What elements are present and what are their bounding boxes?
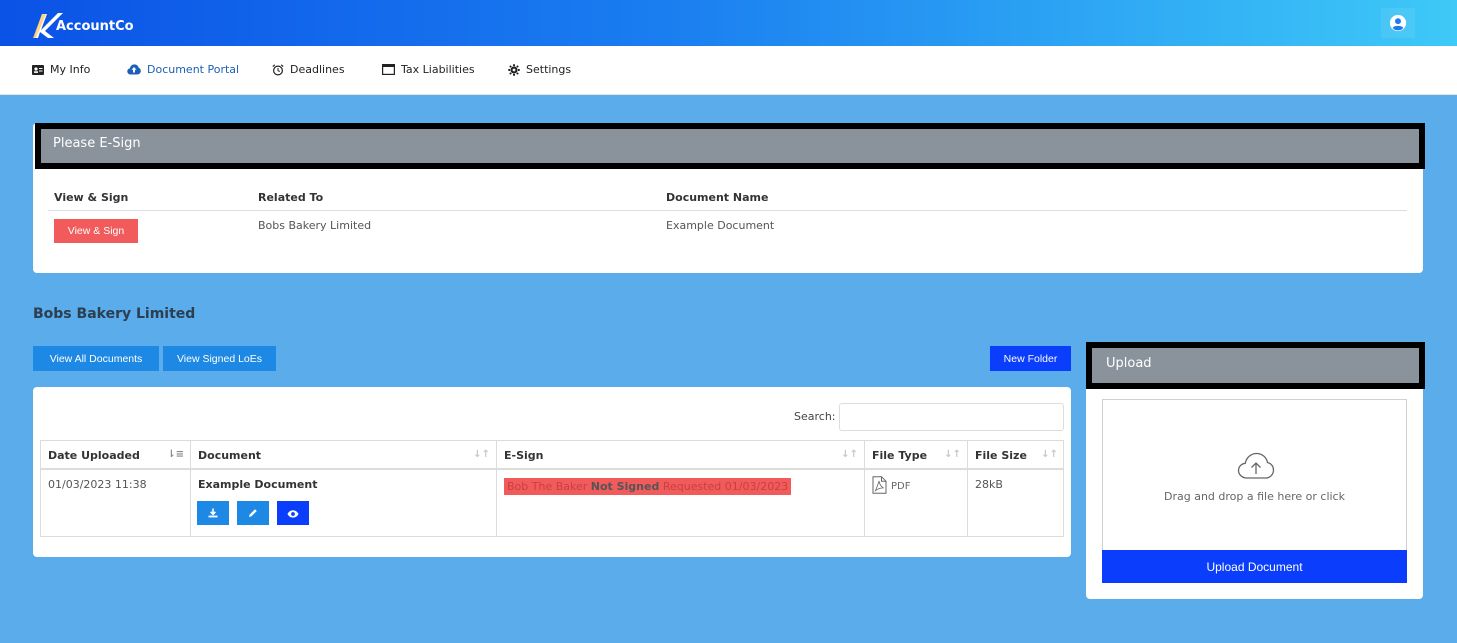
download-icon	[208, 506, 218, 521]
id-card-icon	[32, 64, 44, 75]
nav-document-portal[interactable]: Document Portal	[127, 63, 239, 76]
column-header-label: Date Uploaded	[48, 449, 140, 462]
top-bar: AccountCo	[0, 0, 1457, 46]
column-header-label: File Size	[975, 449, 1027, 462]
nav-label: Document Portal	[147, 63, 240, 76]
file-dropzone[interactable]: Drag and drop a file here or click	[1102, 399, 1407, 551]
search-input[interactable]	[839, 403, 1064, 431]
brand-logo[interactable]: AccountCo	[32, 10, 134, 38]
column-header[interactable]: File Type ↓↑	[865, 441, 967, 470]
view-button[interactable]	[277, 501, 309, 525]
esign-table-header: View & Sign Related To Document Name	[48, 187, 1407, 211]
pdf-file-icon	[872, 476, 887, 497]
nav-label: Tax Liabilities	[401, 63, 475, 76]
upload-document-button[interactable]: Upload Document	[1102, 550, 1407, 583]
esign-signer: Bob The Baker	[507, 480, 588, 493]
nav-label: Settings	[526, 63, 572, 76]
window-icon	[382, 64, 395, 75]
column-file-type: File Type ↓↑ PDF	[865, 441, 968, 536]
dropzone-text: Drag and drop a file here or click	[1164, 490, 1345, 503]
nav-settings[interactable]: Settings	[508, 63, 571, 76]
column-header-label: E-Sign	[504, 449, 544, 462]
column-header[interactable]: E-Sign ↓↑	[497, 441, 864, 470]
sort-desc-icon[interactable]: ⇂≡	[167, 449, 184, 460]
pencil-icon	[248, 506, 258, 521]
cloud-upload-icon	[127, 64, 141, 75]
search-label: Search:	[794, 410, 836, 423]
file-type-cell: PDF	[865, 470, 967, 505]
esign-panel-title: Please E-Sign	[35, 123, 1425, 169]
document-name-cell: Example Document	[666, 219, 775, 232]
column-header: View & Sign	[54, 191, 129, 204]
file-size-cell: 28kB	[975, 478, 1003, 491]
column-esign: E-Sign ↓↑ Bob The Baker Not Signed Reque…	[497, 441, 865, 536]
sort-icon[interactable]: ↓↑	[473, 449, 490, 460]
nav-deadlines[interactable]: Deadlines	[272, 63, 345, 76]
sort-icon[interactable]: ↓↑	[841, 449, 858, 460]
brand-name: AccountCo	[56, 19, 134, 34]
column-header-label: Document	[198, 449, 262, 462]
related-to-cell: Bobs Bakery Limited	[258, 219, 372, 232]
esign-requested: Requested 01/03/2023	[662, 480, 789, 493]
column-date-uploaded: Date Uploaded ⇂≡ 01/03/2023 11:38	[41, 441, 191, 536]
nav-label: My Info	[50, 63, 91, 76]
column-header[interactable]: Document ↓↑	[191, 441, 496, 470]
cloud-upload-outline-icon	[1237, 452, 1275, 483]
column-document: Document ↓↑ Example Document	[191, 441, 497, 536]
view-and-sign-button[interactable]: View & Sign	[54, 219, 138, 243]
logo-k-mark	[32, 10, 63, 38]
view-signed-loes-button[interactable]: View Signed LoEs	[163, 346, 276, 371]
column-header-label: File Type	[872, 449, 928, 462]
sort-icon[interactable]: ↓↑	[944, 449, 961, 460]
upload-panel-title: Upload	[1086, 342, 1425, 389]
nav-my-info[interactable]: My Info	[32, 63, 90, 76]
column-header: Document Name	[666, 191, 769, 204]
document-cell: Example Document	[191, 470, 496, 525]
edit-button[interactable]	[237, 501, 269, 525]
file-type-label: PDF	[891, 481, 911, 492]
nav-label: Deadlines	[290, 63, 345, 76]
esign-status-badge: Bob The Baker Not Signed Requested 01/03…	[504, 478, 792, 495]
esign-status: Not Signed	[590, 480, 660, 493]
alarm-clock-icon	[272, 63, 284, 76]
eye-icon	[287, 506, 299, 521]
user-account-icon[interactable]	[1381, 8, 1415, 38]
download-button[interactable]	[197, 501, 229, 525]
company-title: Bobs Bakery Limited	[33, 306, 196, 322]
documents-table: Date Uploaded ⇂≡ 01/03/2023 11:38 Docume…	[40, 440, 1064, 537]
gear-icon	[508, 63, 520, 76]
new-folder-button[interactable]: New Folder	[990, 346, 1071, 371]
column-header: Related To	[258, 191, 324, 204]
column-header[interactable]: Date Uploaded ⇂≡	[41, 441, 190, 470]
document-name: Example Document	[198, 478, 318, 491]
nav-tax-liabilities[interactable]: Tax Liabilities	[382, 63, 475, 76]
table-row: View & Sign Bobs Bakery Limited Example …	[48, 211, 1407, 249]
column-file-size: File Size ↓↑ 28kB	[968, 441, 1064, 536]
date-uploaded-cell: 01/03/2023 11:38	[48, 478, 147, 491]
main-nav: My Info Document Portal Deadlines Tax Li…	[0, 46, 1457, 95]
view-all-documents-button[interactable]: View All Documents	[33, 346, 159, 371]
esign-table: View & Sign Related To Document Name Vie…	[48, 187, 1407, 249]
sort-icon[interactable]: ↓↑	[1041, 449, 1058, 460]
column-header[interactable]: File Size ↓↑	[968, 441, 1064, 470]
esign-cell: Bob The Baker Not Signed Requested 01/03…	[497, 470, 864, 503]
